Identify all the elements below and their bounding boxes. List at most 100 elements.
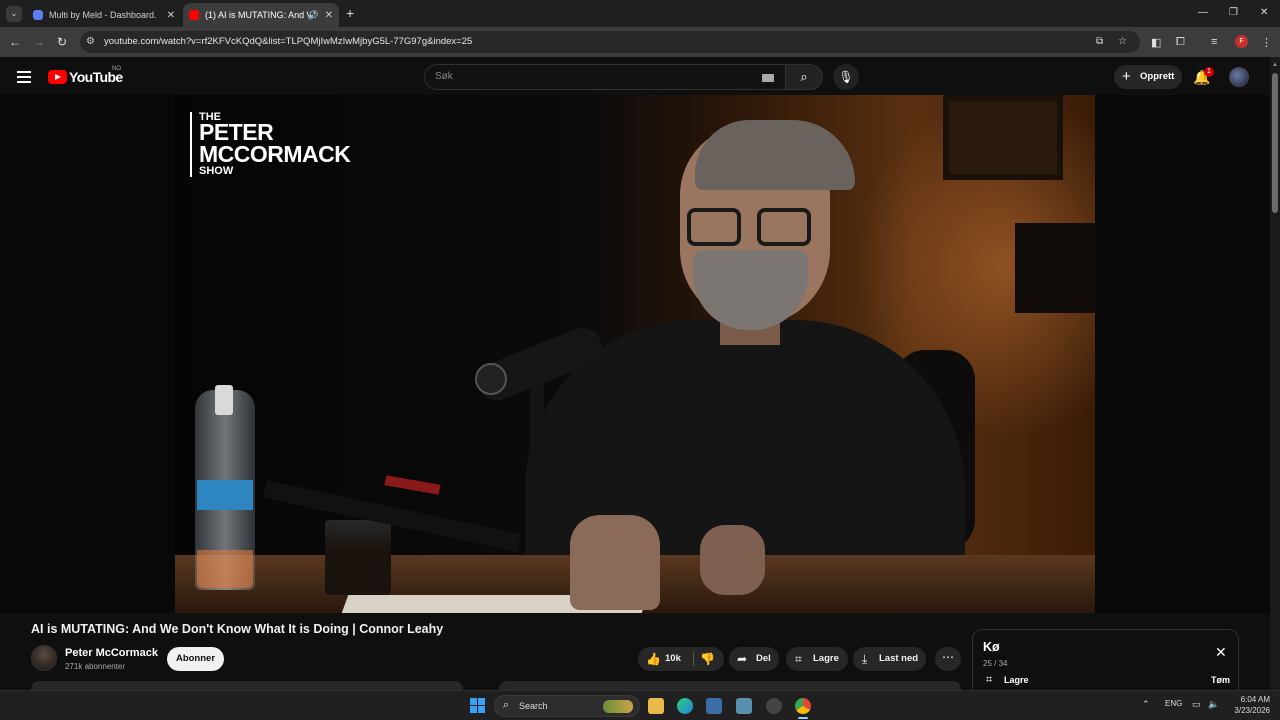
channel-name[interactable]: Peter McCormack (65, 647, 158, 659)
scrollbar-thumb[interactable] (1272, 73, 1278, 213)
menu-hamburger-icon[interactable] (17, 71, 31, 86)
create-button[interactable]: + Opprett (1114, 65, 1182, 89)
mic-skull-badge (475, 363, 507, 395)
video-title: AI is MUTATING: And We Don't Know What I… (31, 622, 444, 636)
country-code: NO (112, 66, 121, 72)
queue-save-button[interactable]: Lagre (1004, 675, 1029, 685)
volume-icon[interactable]: 🔈 (1208, 699, 1219, 710)
subscriber-count: 271k abonnenter (65, 662, 126, 671)
taskbar-search-label: Search (519, 701, 548, 711)
chrome-icon[interactable] (795, 698, 811, 714)
description-panel[interactable] (31, 681, 463, 690)
search-button[interactable]: ⌕ (785, 64, 823, 90)
system-clock[interactable]: 6:04 AM 3/23/2026 (1225, 694, 1270, 716)
app-icon[interactable] (766, 698, 782, 714)
subscribe-button[interactable]: Abonner (167, 647, 224, 671)
reload-icon[interactable]: ↻ (57, 35, 67, 49)
show-logo-overlay: THE PETER MCCORMACK SHOW (190, 111, 351, 178)
voice-search-button[interactable]: 🎙 (833, 64, 859, 90)
extensions-puzzle-icon[interactable]: ⧠ (1176, 36, 1185, 49)
address-bar[interactable]: ⚙ youtube.com/watch?v=rf2KFVcKQdQ&list=T… (80, 31, 1140, 53)
snipping-tool-icon[interactable] (736, 698, 752, 714)
search-input[interactable]: Søk (424, 64, 786, 90)
channel-avatar[interactable] (31, 645, 57, 671)
scroll-up-icon[interactable]: ▲ (1272, 62, 1278, 68)
host-hand-left (570, 515, 660, 610)
download-label: Last ned (879, 653, 919, 664)
more-actions-button[interactable]: ⋯ (935, 647, 961, 671)
tab-search-icon[interactable]: ⌄ (6, 5, 22, 22)
lamp-shade (1015, 223, 1095, 313)
restore-button[interactable]: ❐ (1229, 7, 1238, 18)
video-player[interactable]: THE PETER MCCORMACK SHOW (0, 95, 1270, 613)
tab-close-icon[interactable]: ✕ (167, 10, 175, 21)
windows-start-icon[interactable] (470, 698, 485, 713)
bookmark-star-icon[interactable]: ☆ (1118, 36, 1127, 47)
tray-overflow-icon[interactable]: ⌃ (1142, 699, 1150, 710)
close-icon[interactable]: ✕ (1215, 644, 1227, 661)
youtube-play-icon (48, 70, 67, 84)
bottle-label (197, 480, 253, 510)
microphone-icon: 🎙 (838, 70, 854, 84)
bookmark-icon: ⌗ (795, 652, 802, 666)
network-icon[interactable]: ▭ (1192, 699, 1201, 710)
divider (693, 652, 694, 666)
share-button[interactable]: ➦ Del (729, 647, 779, 671)
drinking-glass (325, 520, 391, 595)
save-button[interactable]: ⌗ Lagre (786, 647, 848, 671)
close-window-button[interactable]: ✕ (1260, 7, 1268, 18)
comments-panel[interactable] (499, 681, 961, 690)
search-placeholder: Søk (435, 71, 453, 82)
show-logo-line: SHOW (199, 165, 234, 178)
account-avatar[interactable] (1229, 67, 1249, 87)
queue-clear-button[interactable]: Tøm (1211, 675, 1230, 685)
tab-close-icon[interactable]: ✕ (325, 10, 333, 21)
site-info-icon[interactable]: ⚙ (86, 36, 95, 47)
host-glasses (687, 208, 822, 248)
search-icon: ⌕ (503, 699, 510, 711)
minimize-button[interactable]: — (1198, 7, 1208, 18)
mic-boom-arm (263, 480, 522, 552)
language-indicator[interactable]: ENG (1165, 699, 1182, 708)
youtube-header: YouTube NO Søk ⌕ 🎙 + Opprett 🔔 1 (0, 57, 1270, 97)
queue-count: 25 / 34 (983, 659, 1008, 668)
taskbar-search[interactable]: ⌕ Search (494, 695, 640, 717)
plus-icon: + (1122, 68, 1131, 85)
tab-youtube-video[interactable]: (1) AI is MUTATING: And W 🔊 ✕ (183, 3, 339, 27)
tab-multi-dashboard[interactable]: Multi by Meld - Dashboard. ✕ (27, 3, 181, 27)
like-count[interactable]: 10k (665, 647, 681, 671)
file-explorer-icon[interactable] (648, 698, 664, 714)
keyboard-icon[interactable] (762, 74, 774, 82)
like-dislike-group: 👍 10k 👎 (638, 647, 724, 671)
edge-browser-icon[interactable] (677, 698, 693, 714)
show-logo-line: MCCORMACK (199, 141, 351, 168)
queue-panel: Kø 25 / 34 ✕ ⌗ Lagre Tøm (972, 629, 1239, 690)
create-label: Opprett (1140, 71, 1175, 82)
menu-kebab-icon[interactable]: ⋮ (1261, 36, 1272, 49)
media-control-icon[interactable]: ≡ (1211, 36, 1217, 48)
browser-tab-bar: ⌄ Multi by Meld - Dashboard. ✕ (1) AI is… (0, 0, 1280, 27)
extension-icon[interactable]: ◧ (1151, 36, 1161, 49)
install-app-icon[interactable]: ⧉ (1096, 36, 1103, 47)
youtube-logo[interactable]: YouTube NO (48, 66, 123, 85)
share-icon: ➦ (737, 652, 748, 666)
video-frame[interactable]: THE PETER MCCORMACK SHOW (175, 95, 1095, 613)
clock-time: 6:04 AM (1240, 695, 1270, 704)
bookmark-icon[interactable]: ⌗ (986, 674, 992, 687)
active-app-indicator (798, 717, 808, 719)
mic-arm-label (384, 475, 441, 495)
dislike-icon[interactable]: 👎 (700, 647, 715, 671)
url-text[interactable]: youtube.com/watch?v=rf2KFVcKQdQ&list=TLP… (104, 36, 472, 47)
terminal-app-icon[interactable] (706, 698, 722, 714)
back-icon[interactable]: ← (9, 35, 21, 49)
speaker-icon[interactable]: 🔊 (308, 10, 319, 21)
download-button[interactable]: ⤓ Last ned (853, 647, 926, 671)
share-label: Del (756, 653, 771, 664)
wall-picture-frame (943, 95, 1063, 180)
like-icon[interactable]: 👍 (646, 647, 661, 671)
forward-icon[interactable]: → (33, 35, 45, 49)
profile-avatar[interactable]: F (1235, 35, 1248, 48)
new-tab-button[interactable]: + (346, 5, 354, 21)
page-scrollbar[interactable]: ▲ (1270, 57, 1280, 690)
tab-title: Multi by Meld - Dashboard. (49, 10, 157, 20)
